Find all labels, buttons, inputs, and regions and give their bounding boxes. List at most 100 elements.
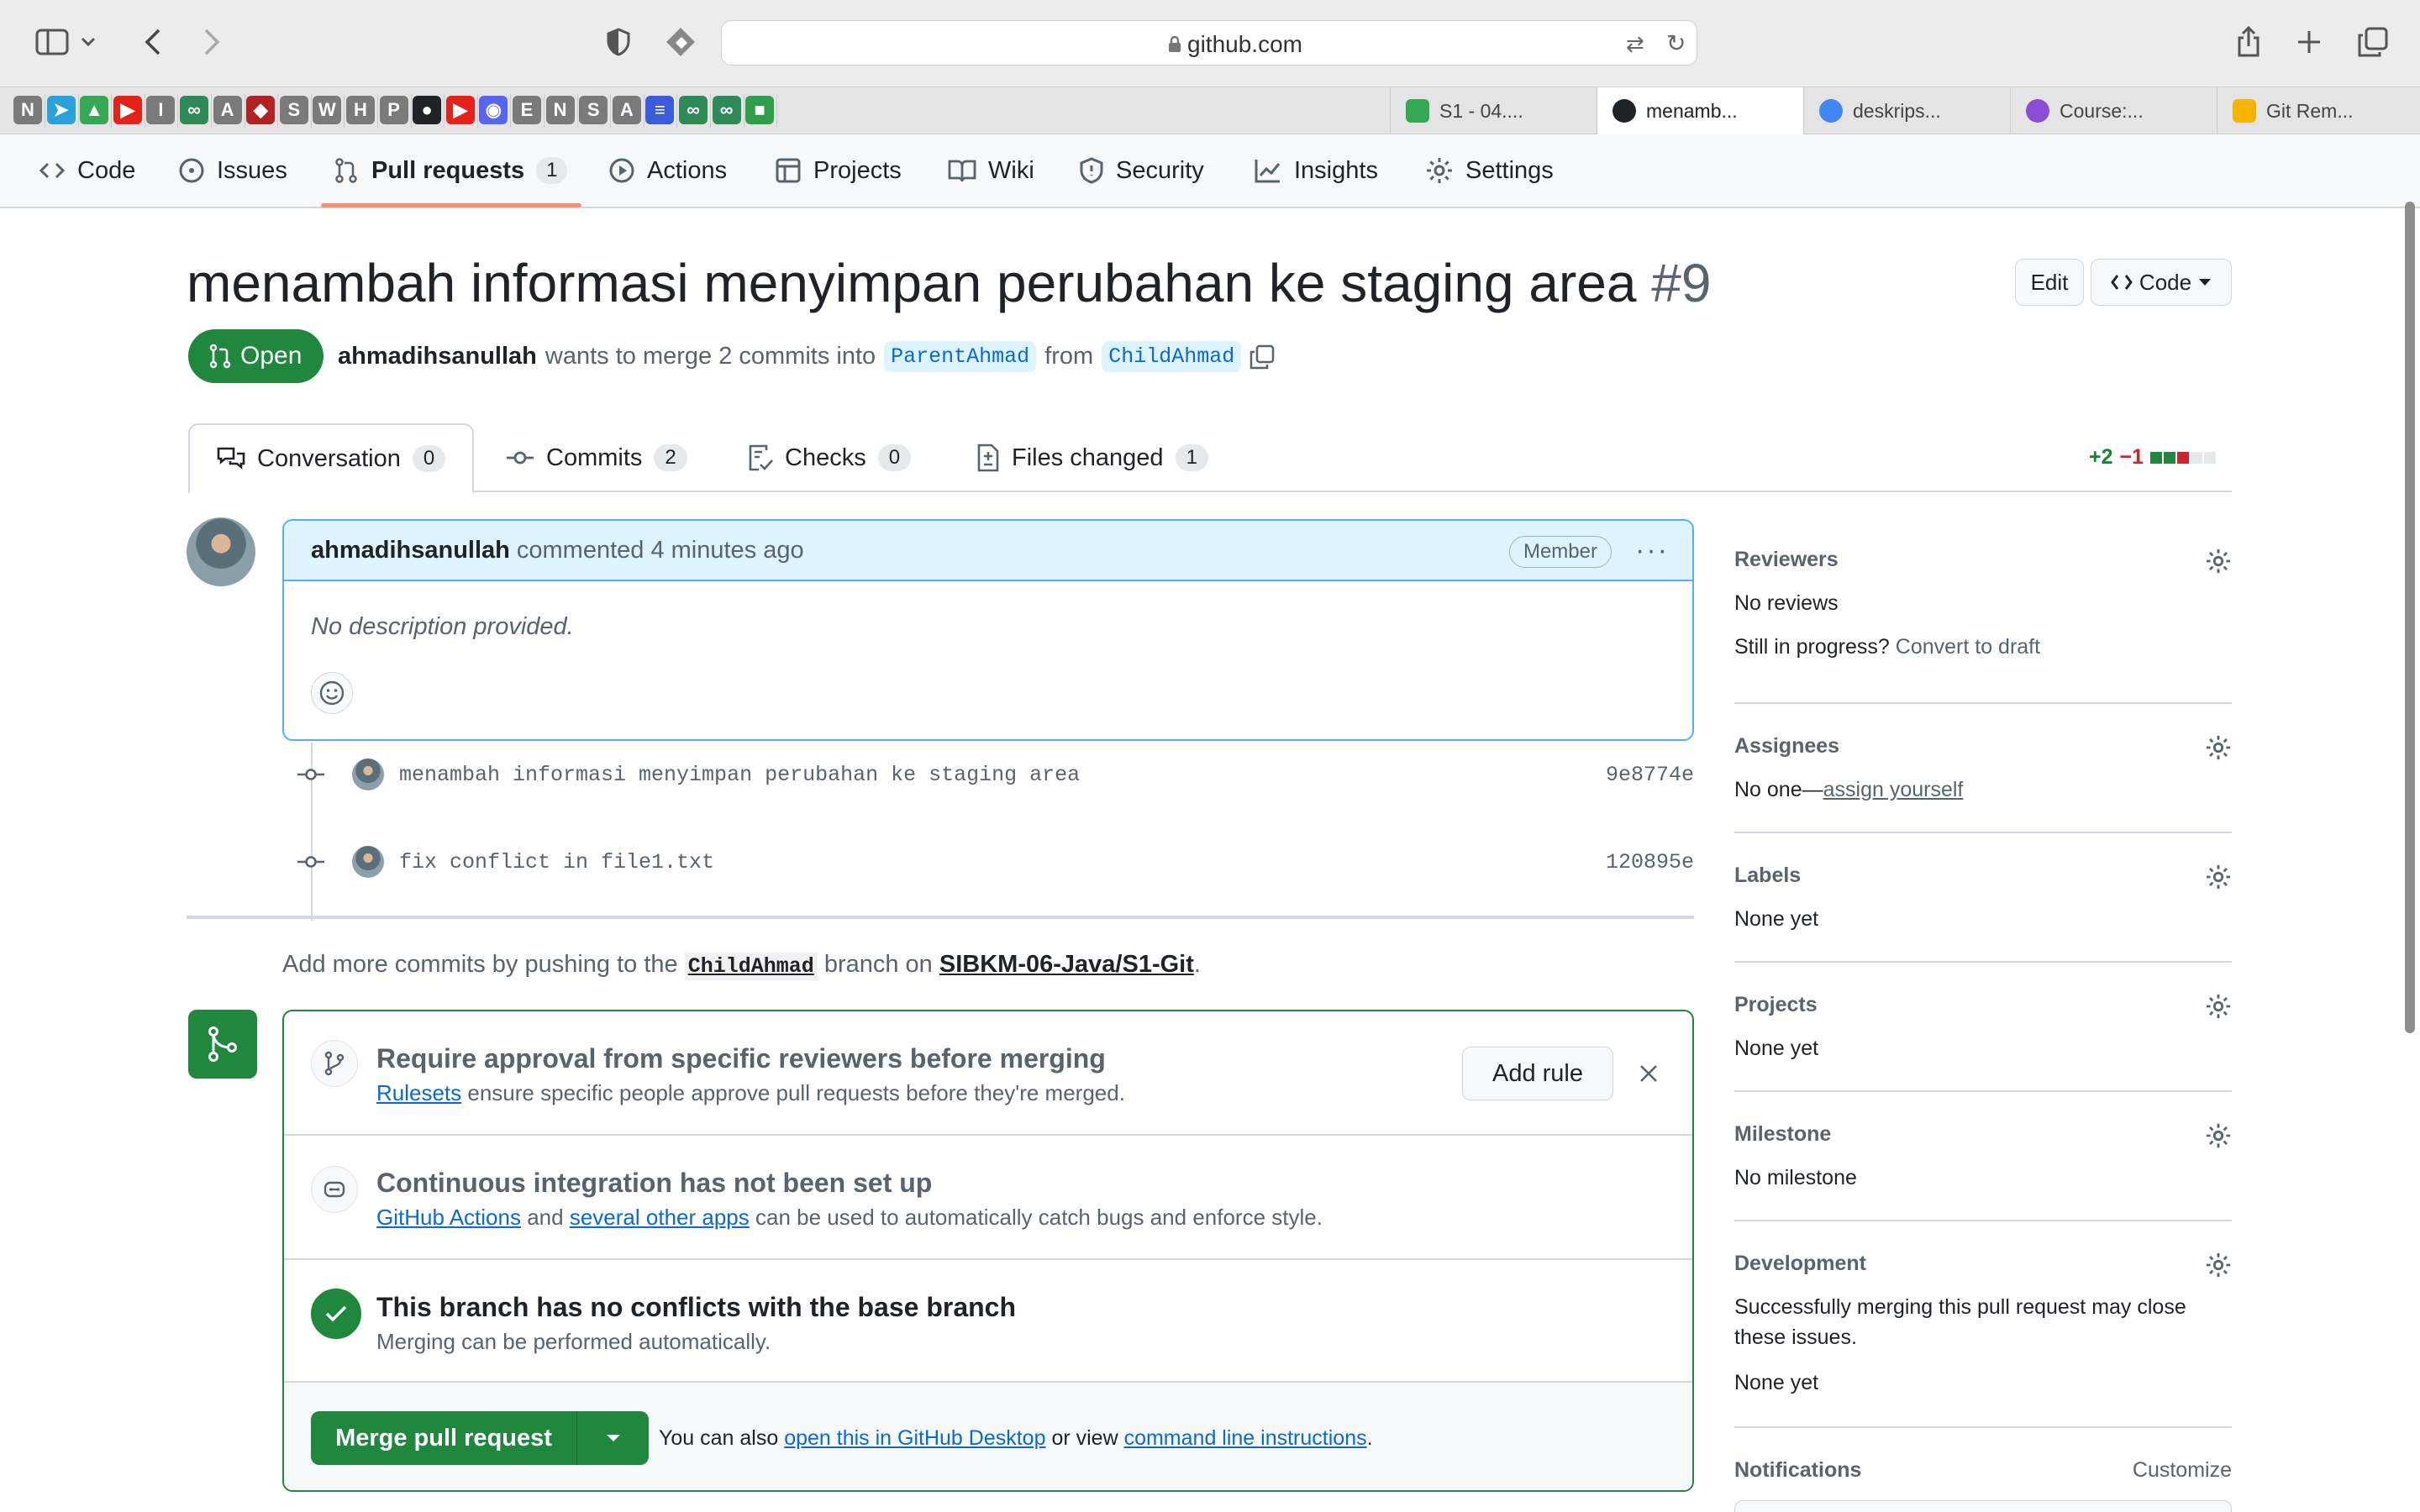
nav-projects[interactable]: Projects — [775, 134, 902, 207]
favorite-icon[interactable]: N — [13, 96, 42, 124]
favorite-icon[interactable]: ∞ — [679, 96, 708, 124]
labels-heading[interactable]: Labels — [1734, 864, 1801, 888]
nav-settings[interactable]: Settings — [1425, 134, 1554, 207]
github-actions-link[interactable]: GitHub Actions — [376, 1205, 521, 1230]
nav-actions[interactable]: Actions — [608, 134, 727, 207]
nav-pull-requests[interactable]: Pull requests 1 — [333, 134, 568, 207]
nav-security[interactable]: Security — [1079, 134, 1204, 207]
favorite-icon[interactable]: ▲ — [80, 96, 109, 124]
favorite-icon[interactable]: N — [545, 96, 575, 124]
favorite-icon[interactable]: A — [612, 96, 641, 124]
add-reaction-button[interactable] — [311, 672, 353, 714]
favorite-icon[interactable]: ◆ — [246, 96, 276, 124]
tab-files-changed[interactable]: Files changed 1 — [976, 423, 1208, 492]
tab-overview-icon[interactable] — [2353, 22, 2393, 62]
address-bar[interactable]: github.com ⇄ ↻ — [721, 20, 1697, 66]
favorite-icon[interactable]: ∞ — [712, 96, 741, 124]
chevron-down-icon[interactable] — [76, 22, 101, 62]
back-icon[interactable] — [133, 22, 173, 62]
gear-icon[interactable] — [2205, 1252, 2232, 1283]
favorite-icon[interactable]: S — [579, 96, 608, 124]
copy-icon[interactable] — [1249, 344, 1275, 370]
base-branch[interactable]: ParentAhmad — [884, 341, 1037, 372]
commit-avatar[interactable] — [352, 759, 384, 790]
new-tab-icon[interactable] — [2289, 22, 2329, 62]
favorite-icon[interactable]: ➤ — [46, 96, 76, 124]
assign-yourself-link[interactable]: assign yourself — [1823, 778, 1964, 801]
add-rule-button[interactable]: Add rule — [1462, 1047, 1613, 1100]
favorite-icon[interactable]: ◉ — [479, 96, 508, 124]
convert-to-draft-link[interactable]: Convert to draft — [1896, 635, 2040, 659]
tab-conversation[interactable]: Conversation 0 — [188, 423, 475, 494]
commit-message[interactable]: fix conflict in file1.txt — [399, 850, 714, 874]
nav-insights[interactable]: Insights — [1254, 134, 1378, 207]
projects-heading[interactable]: Projects — [1734, 993, 1818, 1017]
rulesets-link[interactable]: Rulesets — [376, 1080, 461, 1105]
comment-author[interactable]: ahmadihsanullah — [311, 537, 510, 564]
browser-tab-s1[interactable]: S1 - 04.... — [1390, 87, 1597, 134]
commit-message[interactable]: menambah informasi menyimpan perubahan k… — [399, 763, 1080, 787]
favorite-icon[interactable]: ■ — [745, 96, 775, 124]
favorite-icon[interactable]: I — [146, 96, 176, 124]
favorite-icon[interactable]: ● — [413, 96, 442, 124]
favorite-icon[interactable]: ▶ — [445, 96, 475, 124]
merge-button-label[interactable]: Merge pull request — [311, 1425, 576, 1452]
gear-icon[interactable] — [2205, 993, 2232, 1024]
avatar[interactable] — [187, 517, 255, 586]
browser-tab-git[interactable]: Git Rem... — [2217, 87, 2420, 134]
commit-sha[interactable]: 9e8774e — [1606, 763, 1694, 787]
reload-icon[interactable]: ↻ — [1666, 29, 1686, 57]
subscribe-button[interactable] — [1734, 1500, 2232, 1512]
favorite-icon[interactable]: W — [313, 96, 342, 124]
edit-button[interactable]: Edit — [2015, 259, 2084, 306]
favorite-icon[interactable]: P — [379, 96, 408, 124]
push-branch[interactable]: ChildAhmad — [684, 953, 818, 980]
privacy-shield-icon[interactable] — [598, 22, 639, 62]
tab-checks[interactable]: Checks 0 — [748, 423, 912, 492]
commit-avatar[interactable] — [352, 846, 384, 878]
command-line-link[interactable]: command line instructions — [1124, 1426, 1367, 1450]
open-desktop-link[interactable]: open this in GitHub Desktop — [784, 1426, 1045, 1450]
close-icon[interactable] — [1639, 1058, 1659, 1091]
repo-link[interactable]: SIBKM-06-Java/S1-Git — [939, 951, 1194, 978]
gear-icon[interactable] — [2205, 548, 2232, 579]
tab-commits[interactable]: Commits 2 — [506, 423, 687, 492]
translate-icon[interactable]: ⇄ — [1626, 31, 1644, 57]
browser-tab-active[interactable]: menamb... — [1597, 87, 1803, 134]
commit-sha[interactable]: 120895e — [1606, 850, 1694, 874]
scrollbar[interactable] — [2405, 202, 2415, 1033]
favorite-icon[interactable]: ∞ — [180, 96, 208, 124]
pr-author[interactable]: ahmadihsanullah — [338, 343, 537, 370]
favorite-icon[interactable]: S — [279, 96, 308, 124]
extension-icon[interactable] — [660, 22, 701, 62]
merge-options-dropdown[interactable] — [576, 1411, 649, 1465]
share-icon[interactable] — [2228, 22, 2269, 62]
assignees-heading[interactable]: Assignees — [1734, 734, 1839, 759]
commit-row[interactable]: fix conflict in file1.txt 120895e — [294, 841, 1694, 883]
gear-icon[interactable] — [2205, 1122, 2232, 1153]
favorite-icon[interactable]: H — [346, 96, 375, 124]
forward-icon[interactable] — [192, 22, 232, 62]
nav-code[interactable]: Code — [39, 134, 135, 207]
kebab-menu-icon[interactable]: ··· — [1635, 534, 1669, 567]
browser-tab-google[interactable]: deskrips... — [1803, 87, 2010, 134]
favorite-icon[interactable]: A — [213, 96, 242, 124]
merge-button[interactable]: Merge pull request — [311, 1411, 649, 1465]
gear-icon[interactable] — [2205, 864, 2232, 895]
customize-link[interactable]: Customize — [2133, 1458, 2232, 1483]
nav-issues[interactable]: Issues — [178, 134, 287, 207]
reviewers-heading[interactable]: Reviewers — [1734, 548, 1839, 572]
milestone-heading[interactable]: Milestone — [1734, 1122, 1831, 1147]
favorite-icon[interactable]: ▶ — [113, 96, 142, 124]
other-apps-link[interactable]: several other apps — [570, 1205, 750, 1230]
favorite-icon[interactable]: ≡ — [645, 96, 675, 124]
favorite-icon[interactable]: E — [513, 96, 541, 124]
browser-tab-course[interactable]: Course:... — [2010, 87, 2217, 134]
head-branch[interactable]: ChildAhmad — [1102, 341, 1242, 372]
sidebar-toggle-icon[interactable] — [32, 22, 72, 62]
code-button[interactable]: Code — [2091, 259, 2232, 306]
nav-wiki[interactable]: Wiki — [948, 134, 1034, 207]
commit-row[interactable]: menambah informasi menyimpan perubahan k… — [294, 753, 1694, 795]
development-heading[interactable]: Development — [1734, 1252, 1866, 1276]
gear-icon[interactable] — [2205, 734, 2232, 765]
